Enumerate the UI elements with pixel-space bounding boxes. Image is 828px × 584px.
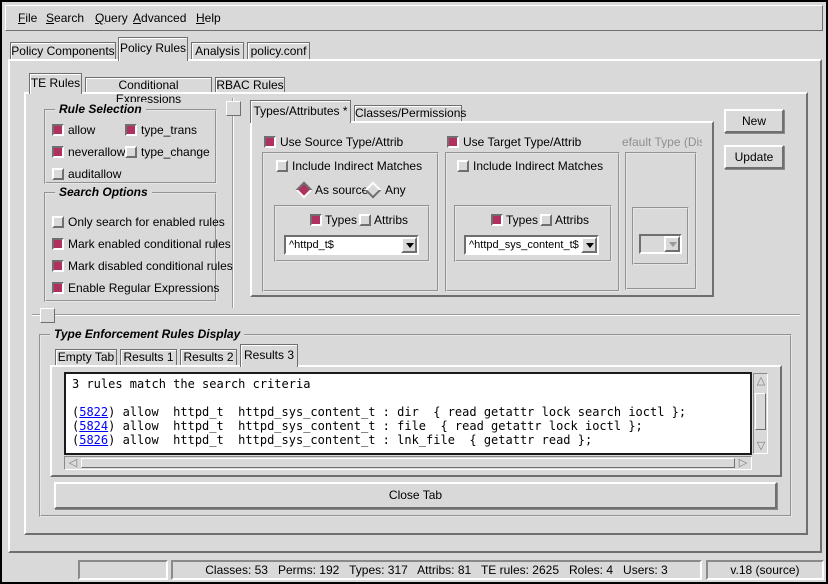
horizontal-sash[interactable]: [32, 314, 800, 316]
target-type-combobox-value[interactable]: ^httpd_sys_content_t$: [469, 238, 580, 252]
regex-checkbox-indicator: [52, 282, 64, 294]
target-indirect-checkbox-indicator: [457, 160, 469, 172]
scroll-right-arrow-icon[interactable]: ▷: [736, 457, 750, 469]
search-options-title: Search Options: [55, 185, 152, 199]
vertical-scrollbar-thumb[interactable]: [755, 393, 766, 430]
rule-selection-title: Rule Selection: [55, 102, 146, 116]
target-attribs-checkbox-indicator: [540, 214, 552, 226]
close-tab-button[interactable]: Close Tab: [54, 482, 777, 509]
source-types-checkbox-indicator: [310, 214, 322, 226]
tab-te-rules[interactable]: TE Rules: [29, 73, 82, 94]
any-radio-indicator: [365, 182, 382, 199]
type-change-checkbox-indicator: [125, 146, 137, 158]
status-policy-version: v.18 (source): [706, 560, 824, 580]
checkbox-allow[interactable]: allow: [52, 123, 122, 136]
results-vertical-scrollbar[interactable]: △ ▽: [753, 373, 768, 454]
radio-as-source[interactable]: As source: [298, 183, 362, 196]
tab-rbac-rules[interactable]: RBAC Rules: [215, 77, 285, 92]
tab-conditional-expressions[interactable]: Conditional Expressions: [85, 77, 212, 92]
checkbox-neverallow[interactable]: neverallow: [52, 145, 122, 158]
rule-link-5822[interactable]: 5822: [79, 405, 108, 419]
auditallow-checkbox-indicator: [52, 168, 64, 180]
scroll-down-arrow-icon[interactable]: ▽: [754, 440, 768, 452]
checkbox-target-indirect[interactable]: Include Indirect Matches: [457, 159, 607, 172]
menu-search[interactable]: Search: [46, 6, 84, 30]
tab-policy-conf[interactable]: policy.conf: [247, 42, 310, 59]
only-enabled-checkbox-indicator: [52, 216, 64, 228]
as-source-radio-indicator: [296, 182, 313, 199]
target-type-combobox-arrow-icon[interactable]: [581, 237, 597, 253]
tab-analysis[interactable]: Analysis: [191, 42, 244, 59]
results-summary: 3 rules match the search criteria: [72, 377, 744, 391]
source-type-combobox[interactable]: ^httpd_t$: [284, 235, 419, 255]
tab-types-attributes[interactable]: Types/Attributes *: [250, 100, 351, 123]
source-type-combobox-value[interactable]: ^httpd_t$: [289, 238, 400, 252]
target-type-combobox[interactable]: ^httpd_sys_content_t$: [464, 235, 599, 255]
tab-policy-rules[interactable]: Policy Rules: [118, 37, 188, 61]
checkbox-type-trans[interactable]: type_trans: [125, 123, 210, 136]
scroll-up-arrow-icon[interactable]: △: [754, 375, 768, 387]
checkbox-target-attribs[interactable]: Attribs: [540, 213, 596, 226]
use-target-checkbox-indicator: [447, 136, 459, 148]
vertical-sash[interactable]: [232, 98, 234, 308]
tab-classes-permissions[interactable]: Classes/Permissions: [354, 105, 462, 121]
rule-link-5826[interactable]: 5826: [79, 433, 108, 447]
default-type-combobox-arrow-icon: [664, 236, 680, 252]
update-button[interactable]: Update: [724, 145, 784, 169]
checkbox-enable-regex[interactable]: Enable Regular Expressions: [52, 281, 212, 294]
default-type-combobox-value: [644, 237, 663, 251]
rule-line-1: (5822) allow httpd_t httpd_sys_content_t…: [72, 405, 744, 419]
new-button[interactable]: New: [724, 109, 784, 133]
default-type-combobox: [639, 234, 682, 254]
source-attribs-checkbox-indicator: [359, 214, 371, 226]
menu-query[interactable]: Query: [95, 6, 128, 30]
horizontal-sash-handle[interactable]: [40, 308, 55, 323]
results-blank-line: [72, 391, 744, 405]
checkbox-auditallow[interactable]: auditallow: [52, 167, 132, 180]
mark-enabled-checkbox-indicator: [52, 238, 64, 250]
vertical-sash-handle[interactable]: [226, 101, 241, 116]
rule-link-5824[interactable]: 5824: [79, 419, 108, 433]
default-type-label: efault Type (Disa: [622, 135, 702, 148]
menu-bar: File Search Query Advanced Help: [5, 5, 823, 31]
te-rules-display-title: Type Enforcement Rules Display: [50, 327, 244, 341]
checkbox-type-change[interactable]: type_change: [125, 145, 213, 158]
rule-line-2: (5824) allow httpd_t httpd_sys_content_t…: [72, 419, 744, 433]
tab-results-1[interactable]: Results 1: [120, 349, 177, 365]
checkbox-source-indirect[interactable]: Include Indirect Matches: [276, 159, 426, 172]
scroll-left-arrow-icon[interactable]: ◁: [66, 457, 80, 469]
neverallow-checkbox-indicator: [52, 146, 64, 158]
results-text-area[interactable]: 3 rules match the search criteria (5822)…: [64, 372, 752, 455]
horizontal-scrollbar-thumb[interactable]: [81, 458, 735, 468]
radio-any[interactable]: Any: [367, 183, 407, 196]
checkbox-mark-disabled-conditional[interactable]: Mark disabled conditional rules: [52, 259, 214, 272]
mark-disabled-checkbox-indicator: [52, 260, 64, 272]
checkbox-source-attribs[interactable]: Attribs: [359, 213, 415, 226]
checkbox-source-types[interactable]: Types: [310, 213, 356, 226]
tab-results-2[interactable]: Results 2: [180, 349, 237, 365]
checkbox-use-target-type[interactable]: Use Target Type/Attrib: [447, 135, 587, 148]
use-source-checkbox-indicator: [264, 136, 276, 148]
results-horizontal-scrollbar[interactable]: ◁ ▷: [64, 456, 752, 470]
status-panel-empty: [78, 560, 168, 580]
type-trans-checkbox-indicator: [125, 124, 137, 136]
checkbox-target-types[interactable]: Types: [491, 213, 537, 226]
menu-help[interactable]: Help: [196, 6, 221, 30]
target-types-checkbox-indicator: [491, 214, 503, 226]
tab-policy-components[interactable]: Policy Components: [10, 42, 116, 59]
source-type-combobox-arrow-icon[interactable]: [401, 237, 417, 253]
status-policy-stats: Classes: 53 Perms: 192 Types: 317 Attrib…: [171, 560, 702, 580]
rule-line-3: (5826) allow httpd_t httpd_sys_content_t…: [72, 433, 744, 447]
source-indirect-checkbox-indicator: [276, 160, 288, 172]
menu-file[interactable]: File: [18, 6, 37, 30]
checkbox-use-source-type[interactable]: Use Source Type/Attrib: [264, 135, 404, 148]
tab-empty-tab[interactable]: Empty Tab: [55, 349, 117, 365]
checkbox-only-enabled-rules[interactable]: Only search for enabled rules: [52, 215, 212, 228]
checkbox-mark-enabled-conditional[interactable]: Mark enabled conditional rules: [52, 237, 212, 250]
tab-results-3[interactable]: Results 3: [240, 344, 298, 367]
allow-checkbox-indicator: [52, 124, 64, 136]
menu-advanced[interactable]: Advanced: [133, 6, 186, 30]
app-window: File Search Query Advanced Help Policy C…: [0, 0, 828, 584]
